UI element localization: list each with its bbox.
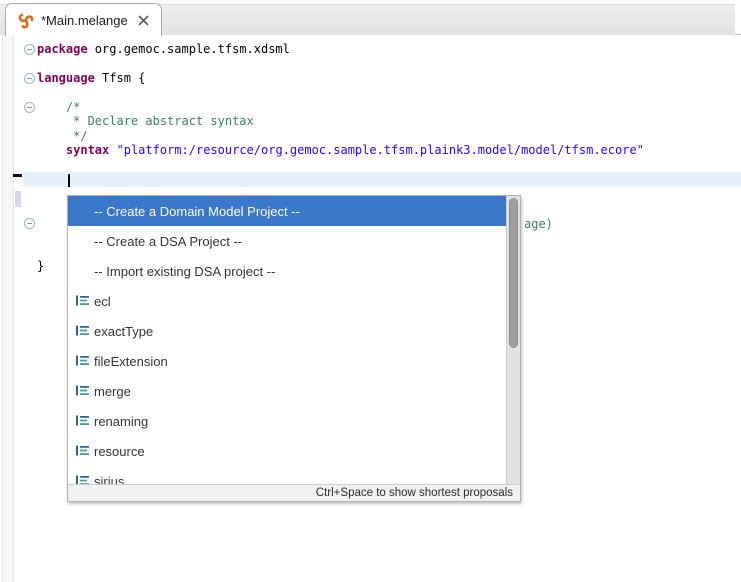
proposal-item[interactable]: sirius <box>68 466 507 484</box>
proposal-label: ecl <box>94 294 111 309</box>
editor-tab-bar: *Main.melange <box>0 0 741 35</box>
code-line: */ <box>37 129 644 144</box>
fold-collapse-icon[interactable] <box>24 102 35 113</box>
popup-scrollbar-thumb[interactable] <box>509 198 518 348</box>
proposal-label: merge <box>94 384 131 399</box>
code-line: syntax "platform:/resource/org.gemoc.sam… <box>37 143 644 158</box>
popup-status-text: Ctrl+Space to show shortest proposals <box>316 487 513 499</box>
tab-title: *Main.melange <box>41 13 128 28</box>
content-assist-popup: -- Create a Domain Model Project -- -- Cr… <box>67 195 521 502</box>
proposal-label: renaming <box>94 414 148 429</box>
code-editor[interactable]: package org.gemoc.sample.tfsm.xdsml langu… <box>0 35 741 582</box>
fold-collapse-icon[interactable] <box>24 44 35 55</box>
proposal-item[interactable]: -- Create a Domain Model Project -- <box>68 196 507 226</box>
code-line <box>37 56 644 71</box>
proposal-item[interactable]: renaming <box>68 406 507 436</box>
code-line: language Tfsm { <box>37 71 644 86</box>
annotation-ruler <box>2 35 14 582</box>
tab-close-icon[interactable] <box>137 14 150 27</box>
code-line <box>37 85 644 100</box>
code-line: package org.gemoc.sample.tfsm.xdsml <box>37 42 644 57</box>
code-line: * Declare abstract syntax <box>37 114 644 129</box>
proposal-list: -- Create a Domain Model Project -- -- Cr… <box>68 196 520 484</box>
proposal-item[interactable]: ecl <box>68 286 507 316</box>
proposal-label: resource <box>94 444 145 459</box>
proposal-label: fileExtension <box>94 354 168 369</box>
keyword-proposal-icon <box>75 444 90 457</box>
proposal-label: exactType <box>94 324 153 339</box>
fold-collapse-icon[interactable] <box>24 218 35 229</box>
proposal-label: -- Create a DSA Project -- <box>94 234 242 249</box>
quick-diff-change-bar <box>15 191 21 207</box>
proposal-item[interactable]: resource <box>68 436 507 466</box>
fold-collapse-icon[interactable] <box>24 73 35 84</box>
range-indicator-dash <box>13 174 22 177</box>
proposal-item[interactable]: exactType <box>68 316 507 346</box>
proposal-item[interactable]: -- Create a DSA Project -- <box>68 226 507 256</box>
proposal-item[interactable]: fileExtension <box>68 346 507 376</box>
proposal-item[interactable]: merge <box>68 376 507 406</box>
proposal-label: -- Create a Domain Model Project -- <box>94 204 300 219</box>
proposal-label: -- Import existing DSA project -- <box>94 264 275 279</box>
code-line: /* <box>37 100 644 115</box>
code-line <box>37 158 644 173</box>
popup-scrollbar[interactable] <box>506 196 520 484</box>
proposal-item[interactable]: -- Import existing DSA project -- <box>68 256 507 286</box>
tab-main-melange[interactable]: *Main.melange <box>5 3 162 36</box>
code-line <box>37 172 644 187</box>
popup-status-bar: Ctrl+Space to show shortest proposals <box>68 484 520 501</box>
keyword-proposal-icon <box>75 414 90 427</box>
keyword-proposal-icon <box>75 294 90 307</box>
proposal-label: sirius <box>94 474 124 485</box>
keyword-proposal-icon <box>75 384 90 397</box>
obscured-code-tail: age) <box>524 217 553 232</box>
keyword-proposal-icon <box>75 354 90 367</box>
melange-file-icon <box>17 12 34 29</box>
keyword-proposal-icon <box>75 324 90 337</box>
keyword-proposal-icon <box>75 474 90 484</box>
eclipse-editor-window: *Main.melange package org.gemoc.sample.t… <box>0 0 741 582</box>
